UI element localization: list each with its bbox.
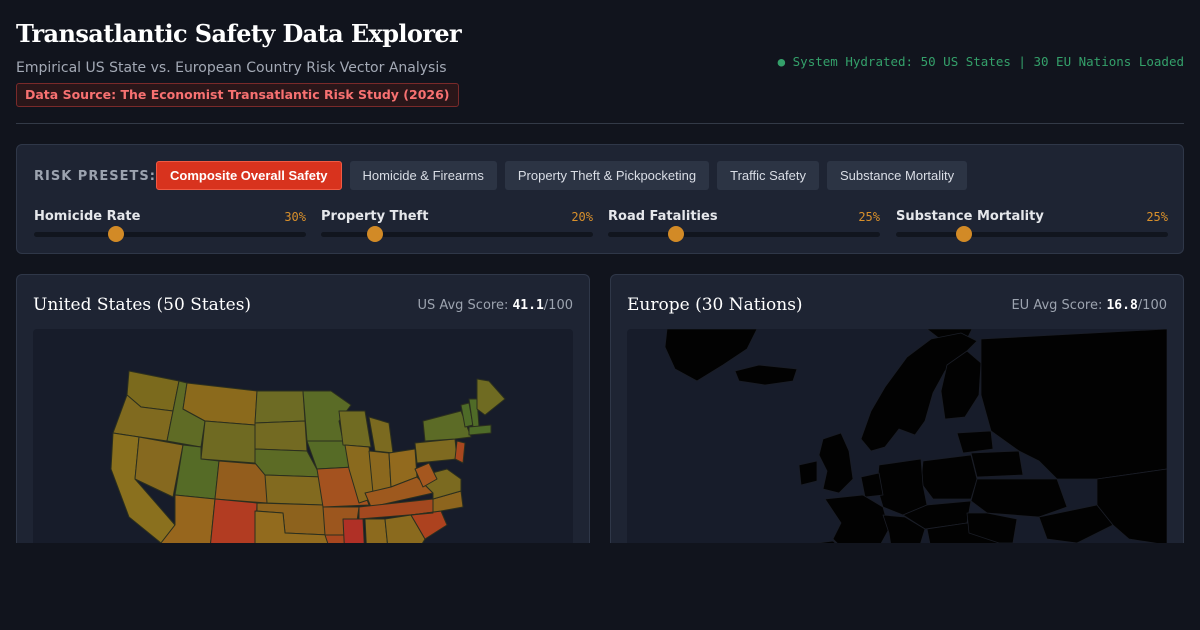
status-text: System Hydrated: 50 US States | 30 EU Na… <box>792 54 1184 69</box>
preset-homicide-button[interactable]: Homicide & Firearms <box>349 161 497 190</box>
state-new-mexico[interactable] <box>209 498 258 544</box>
preset-buttons: Composite Overall Safety Homicide & Fire… <box>156 161 968 190</box>
presets-label: RISK PRESETS: <box>34 169 156 184</box>
slider-label: Substance Mortality <box>896 209 1044 224</box>
caucasus-shape <box>1096 468 1168 544</box>
slider-value: 25% <box>858 210 880 224</box>
eu-avg-score: EU Avg Score: 16.8/100 <box>1011 298 1167 313</box>
slider-homicide-rate: Homicide Rate 30% <box>34 209 306 242</box>
page-title: Transatlantic Safety Data Explorer <box>16 19 462 48</box>
us-avg-score: US Avg Score: 41.1/100 <box>417 298 573 313</box>
eu-panel-title: Europe (30 Nations) <box>627 295 803 315</box>
slider-track[interactable] <box>321 232 593 237</box>
us-panel: United States (50 States) US Avg Score: … <box>16 274 590 544</box>
slider-value: 20% <box>571 210 593 224</box>
state-wisconsin[interactable] <box>338 410 372 448</box>
france-shape <box>824 494 890 544</box>
slider-thumb[interactable] <box>956 226 972 242</box>
page-header: Transatlantic Safety Data Explorer Empir… <box>16 0 1184 124</box>
state-massachusetts[interactable] <box>468 424 492 436</box>
eu-choropleth-map[interactable] <box>627 328 1168 544</box>
baltics-shape <box>956 430 994 454</box>
iceland-shape <box>734 364 798 386</box>
slider-track[interactable] <box>896 232 1168 237</box>
slider-label: Homicide Rate <box>34 209 141 224</box>
benelux-shape <box>860 472 884 498</box>
state-indiana[interactable] <box>368 450 392 494</box>
us-choropleth-map[interactable] <box>33 329 573 544</box>
status-dot-icon: ● <box>777 54 786 69</box>
eu-panel: Europe (30 Nations) EU Avg Score: 16.8/1… <box>610 274 1184 544</box>
preset-property-button[interactable]: Property Theft & Pickpocketing <box>504 161 710 190</box>
slider-label: Property Theft <box>321 209 429 224</box>
slider-property-theft: Property Theft 20% <box>321 209 593 242</box>
slider-label: Road Fatalities <box>608 209 718 224</box>
score-label: EU Avg Score: <box>1011 298 1103 313</box>
slider-value: 25% <box>1146 210 1168 224</box>
page-subtitle: Empirical US State vs. European Country … <box>16 60 447 76</box>
score-suffix: /100 <box>543 298 573 313</box>
poland-shape <box>920 454 978 500</box>
great-britain-shape <box>818 432 854 494</box>
ireland-shape <box>798 460 818 486</box>
state-new-jersey[interactable] <box>454 440 466 464</box>
preset-composite-button[interactable]: Composite Overall Safety <box>156 161 342 190</box>
slider-thumb[interactable] <box>367 226 384 242</box>
state-maine[interactable] <box>476 378 506 416</box>
belarus-shape <box>970 450 1024 478</box>
state-wyoming[interactable] <box>200 420 256 464</box>
germany-shape <box>876 458 928 516</box>
preset-substance-button[interactable]: Substance Mortality <box>826 161 968 190</box>
state-pennsylvania[interactable] <box>414 438 458 464</box>
score-suffix: /100 <box>1137 298 1167 313</box>
page-bottom-background <box>0 543 1200 630</box>
state-kansas[interactable] <box>264 474 324 506</box>
state-mississippi[interactable] <box>342 518 365 544</box>
system-status: ● System Hydrated: 50 US States | 30 EU … <box>778 54 1184 69</box>
state-north-dakota[interactable] <box>254 390 306 424</box>
slider-track[interactable] <box>34 232 306 237</box>
slider-value: 30% <box>284 210 306 224</box>
risk-controls-panel: RISK PRESETS: Composite Overall Safety H… <box>16 144 1184 254</box>
preset-traffic-button[interactable]: Traffic Safety <box>717 161 819 190</box>
slider-road-fatalities: Road Fatalities 25% <box>608 209 880 242</box>
slider-track[interactable] <box>608 232 880 237</box>
state-michigan[interactable] <box>368 416 394 454</box>
us-map-svg <box>110 370 506 544</box>
state-south-dakota[interactable] <box>254 420 308 452</box>
eu-map-svg <box>664 328 1168 544</box>
us-panel-title: United States (50 States) <box>33 295 252 315</box>
slider-substance-mortality: Substance Mortality 25% <box>896 209 1168 242</box>
slider-thumb[interactable] <box>107 226 124 242</box>
slider-thumb[interactable] <box>668 226 684 242</box>
score-label: US Avg Score: <box>417 298 509 313</box>
data-source-badge: Data Source: The Economist Transatlantic… <box>16 83 459 107</box>
ukraine-shape <box>970 478 1068 518</box>
score-value: 16.8 <box>1106 298 1138 313</box>
score-value: 41.1 <box>512 298 544 313</box>
